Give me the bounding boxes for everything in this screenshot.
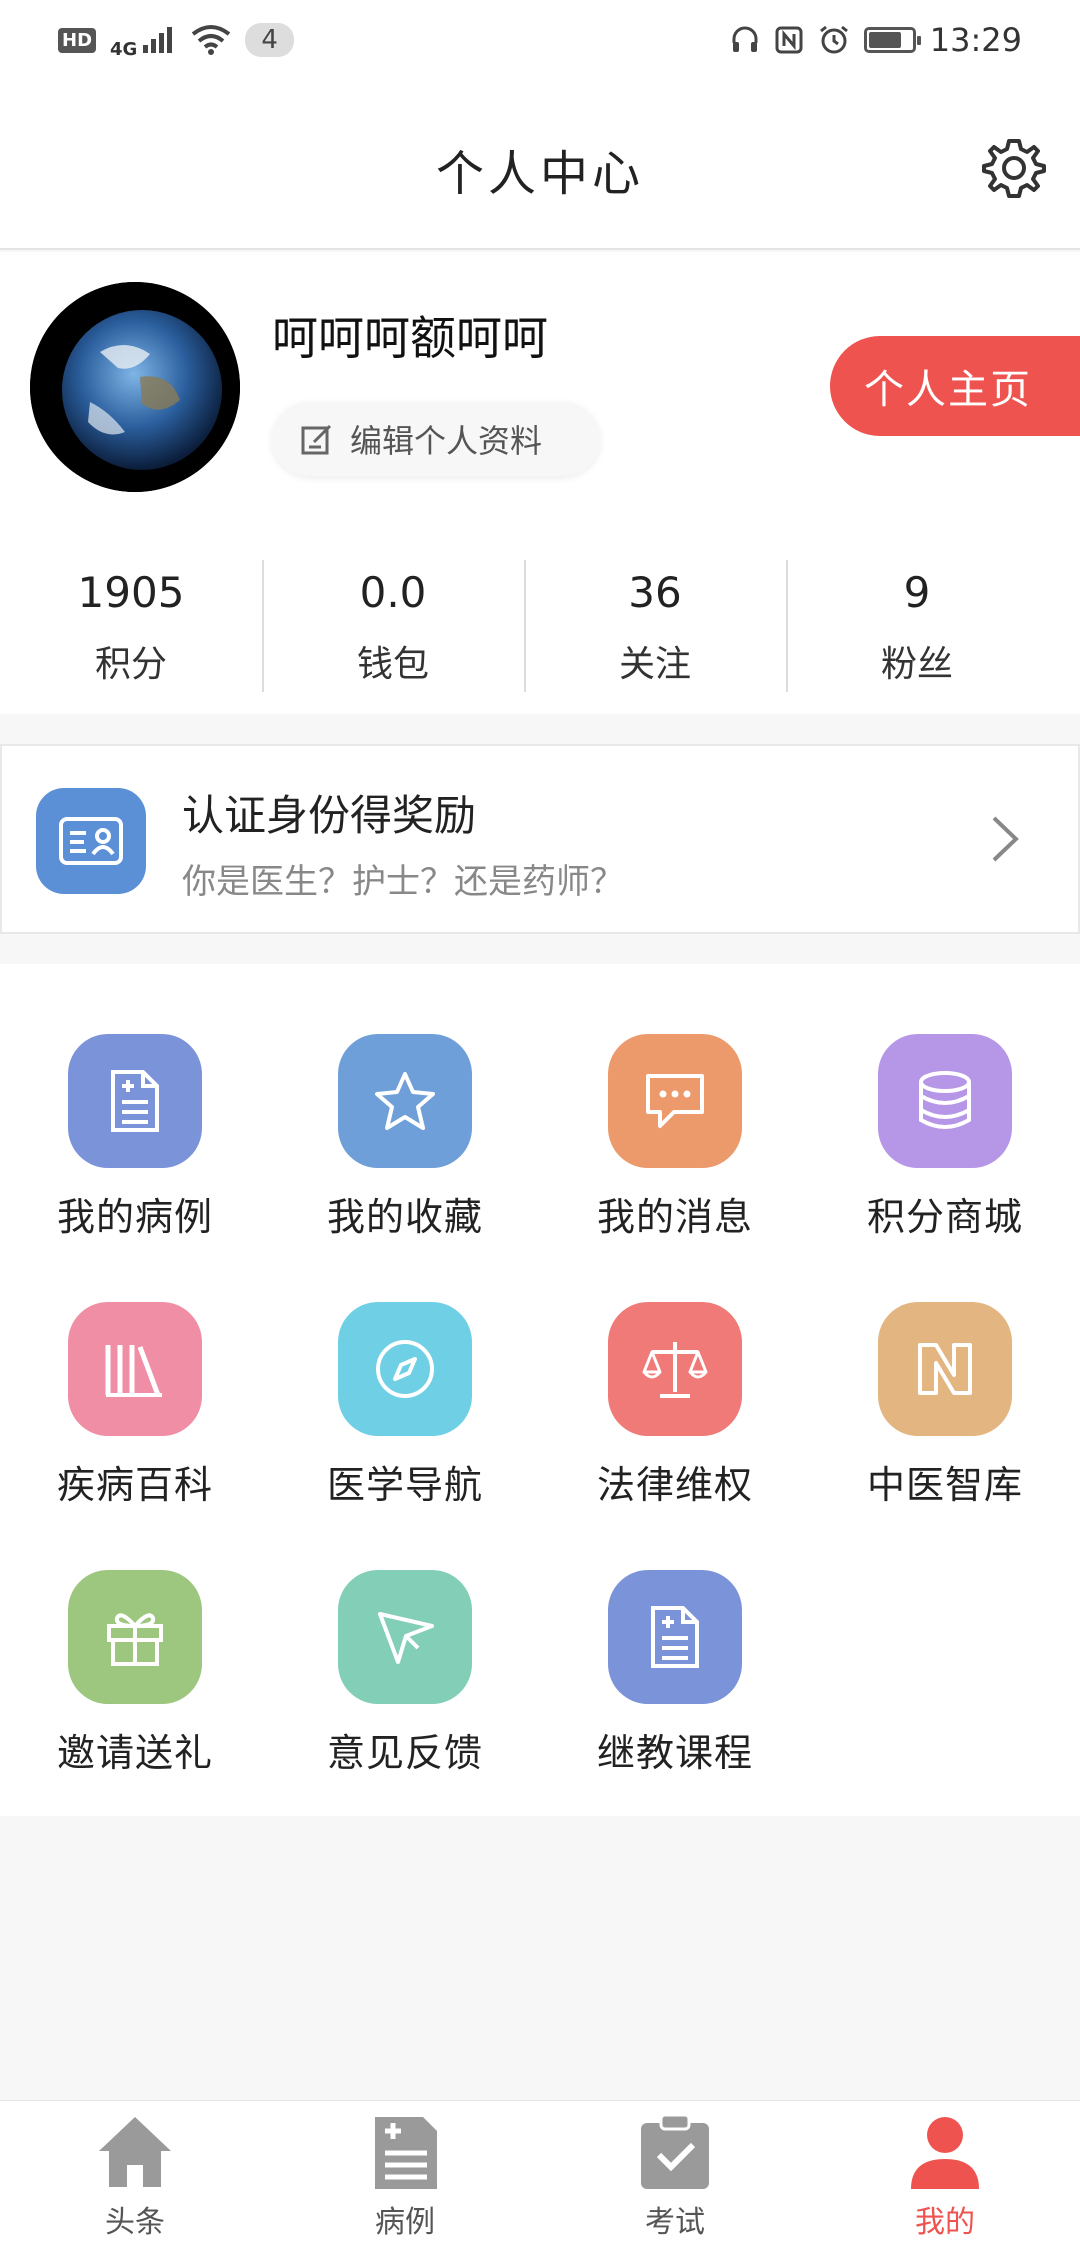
hd-indicator: HD: [58, 27, 97, 53]
tab-label: 头条: [105, 2205, 165, 2240]
certification-title: 认证身份得奖励: [182, 791, 477, 840]
menu-item-invite-gift[interactable]: 邀请送礼: [0, 1500, 270, 1775]
stat-label: 粉丝: [880, 644, 953, 685]
tab-exams[interactable]: 考试: [540, 2101, 810, 2244]
home-icon: [99, 2117, 171, 2187]
wifi-icon: [192, 25, 231, 55]
certification-banner[interactable]: 认证身份得奖励 你是医生？护士？还是药师？: [0, 744, 1080, 934]
stat-value: 9: [903, 568, 931, 617]
stat-value: 0.0: [359, 568, 427, 617]
n-logo-icon: [878, 1302, 1012, 1436]
edit-profile-label: 编辑个人资料: [350, 422, 543, 460]
clock: 13:29: [929, 21, 1022, 59]
document-plus-icon: [608, 1570, 742, 1704]
stat-value: 36: [628, 568, 682, 617]
profile-card: 呵呵呵额呵呵 编辑个人资料 个人主页 1905 积分 0.0 钱包 36 关注 …: [0, 252, 1080, 714]
tab-label: 病例: [375, 2205, 435, 2240]
stat-following[interactable]: 36 关注: [524, 550, 786, 692]
menu-item-label: 邀请送礼: [56, 1731, 213, 1775]
paper-plane-icon: [338, 1570, 472, 1704]
gift-icon: [68, 1570, 202, 1704]
menu-item-tcm-library[interactable]: 中医智库: [810, 1232, 1080, 1507]
earth-avatar-image: [30, 282, 240, 492]
gear-icon-svg: [982, 139, 1046, 198]
menu-item-my-messages[interactable]: 我的消息: [540, 964, 810, 1239]
stat-label: 积分: [94, 644, 167, 685]
case-icon: [375, 2117, 437, 2189]
avatar[interactable]: [30, 282, 240, 492]
user-icon: [911, 2117, 979, 2189]
certification-subtitle: 你是医生？护士？还是药师？: [182, 862, 624, 902]
edit-icon: [301, 424, 332, 455]
header: 个人中心: [0, 80, 1080, 250]
stats-row: 1905 积分 0.0 钱包 36 关注 9 粉丝: [0, 550, 1080, 692]
menu-item-medical-navigation[interactable]: 医学导航: [270, 1232, 540, 1507]
menu-item-cme-courses[interactable]: 继教课程: [540, 1500, 810, 1775]
tab-cases[interactable]: 病例: [270, 2101, 540, 2244]
stat-fans[interactable]: 9 粉丝: [786, 550, 1048, 692]
username: 呵呵呵额呵呵: [272, 311, 548, 365]
menu-item-label: 继教课程: [596, 1731, 753, 1775]
network-label: 4G: [110, 38, 138, 60]
tab-label: 我的: [915, 2205, 975, 2240]
menu-item-legal-rights[interactable]: 法律维权: [540, 1232, 810, 1507]
coins-icon: [878, 1034, 1012, 1168]
battery-icon: [863, 27, 921, 53]
nfc-icon: [775, 26, 803, 54]
headset-icon: [732, 26, 758, 52]
stat-points[interactable]: 1905 积分: [0, 550, 262, 690]
document-plus-icon: [68, 1034, 202, 1168]
battery-level: [868, 32, 901, 48]
menu-item-my-favorites[interactable]: 我的收藏: [270, 964, 540, 1239]
tab-label: 考试: [645, 2205, 705, 2240]
tab-headlines[interactable]: 头条: [0, 2101, 270, 2244]
menu-item-my-cases[interactable]: 我的病例: [0, 964, 270, 1239]
chat-icon: [608, 1034, 742, 1168]
signal-icon: [143, 27, 173, 53]
star-icon: [338, 1034, 472, 1168]
exam-icon: [641, 2113, 709, 2189]
id-card-icon: [36, 788, 146, 894]
books-icon: [68, 1302, 202, 1436]
stat-wallet[interactable]: 0.0 钱包: [262, 550, 524, 692]
status-right: 13:29: [730, 21, 1022, 59]
bottom-tab-bar: 头条 病例 考试 我的: [0, 2100, 1080, 2244]
personal-homepage-button[interactable]: 个人主页: [830, 336, 1080, 436]
compass-icon: [338, 1302, 472, 1436]
status-left: HD 4G 4: [58, 21, 294, 60]
notification-badge: 4: [245, 23, 294, 57]
menu-grid: 我的病例 我的收藏 我的消息 积分商城 疾病百科 医学导航 法律维权 中医智库 …: [0, 964, 1080, 1816]
stat-label: 钱包: [356, 644, 429, 685]
menu-item-feedback[interactable]: 意见反馈: [270, 1500, 540, 1775]
scales-icon: [608, 1302, 742, 1436]
menu-item-label: 意见反馈: [326, 1731, 483, 1775]
stat-label: 关注: [618, 644, 691, 685]
menu-item-disease-encyclopedia[interactable]: 疾病百科: [0, 1232, 270, 1507]
page-title: 个人中心: [435, 146, 644, 202]
chevron-right-icon: [992, 816, 1019, 862]
gear-icon[interactable]: [976, 130, 1052, 206]
tab-mine[interactable]: 我的: [810, 2101, 1080, 2244]
id-card-svg: [59, 817, 123, 865]
stat-value: 1905: [77, 568, 185, 617]
status-bar: HD 4G 4 13:29: [0, 0, 1080, 80]
alarm-icon: [819, 25, 848, 54]
menu-item-points-mall[interactable]: 积分商城: [810, 964, 1080, 1239]
edit-profile-button[interactable]: 编辑个人资料: [272, 402, 600, 476]
menu-item-label: 中医智库: [866, 1463, 1023, 1507]
